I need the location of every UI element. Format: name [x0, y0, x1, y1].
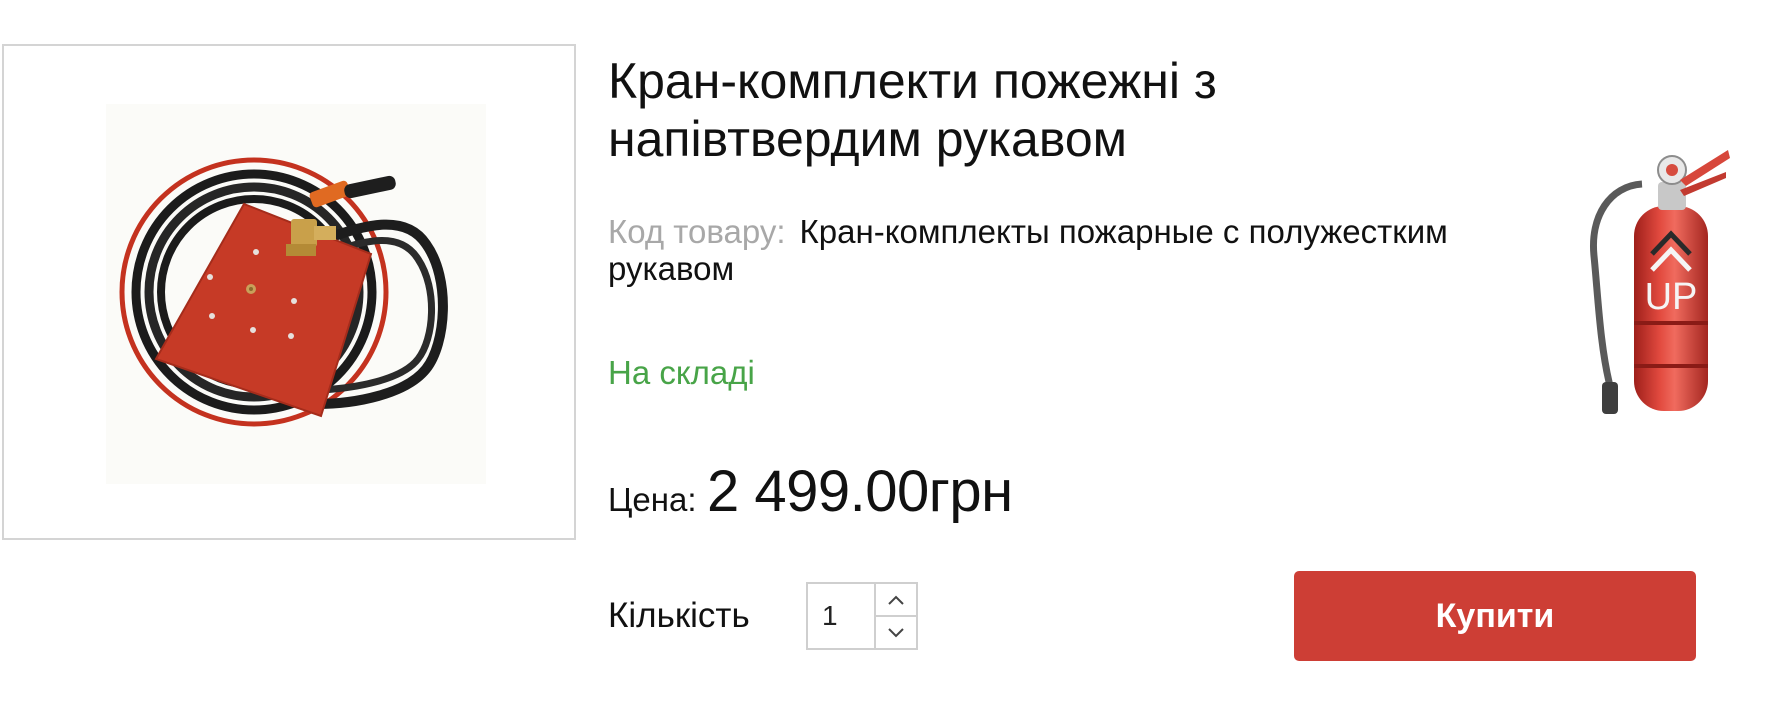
- quantity-input[interactable]: [808, 584, 876, 648]
- price-label: Цена:: [608, 481, 697, 518]
- stock-status: На складі: [608, 354, 755, 391]
- product-image[interactable]: [2, 44, 576, 540]
- price-value: 2 499.00грн: [706, 459, 1013, 524]
- fire-hose-reel-image: [106, 104, 486, 484]
- badge-text: UP: [1645, 276, 1698, 318]
- fire-extinguisher-icon[interactable]: UP: [1570, 146, 1730, 416]
- quantity-increment-button[interactable]: [876, 584, 916, 615]
- price-row: Цена: 2 499.00грн: [608, 458, 1013, 525]
- quantity-label: Кількість: [608, 596, 750, 635]
- quantity-stepper[interactable]: [806, 582, 918, 650]
- chevron-down-icon: [888, 627, 904, 637]
- buy-button[interactable]: Купити: [1294, 571, 1696, 661]
- quantity-decrement-button[interactable]: [876, 615, 916, 648]
- sku-row: Код товару: Кран-комплекты пожарные с пол…: [608, 213, 1568, 287]
- chevron-up-icon: [888, 595, 904, 605]
- sku-label: Код товару:: [608, 213, 786, 250]
- product-title: Кран-комплекти пожежні з напівтвердим ру…: [608, 53, 1217, 167]
